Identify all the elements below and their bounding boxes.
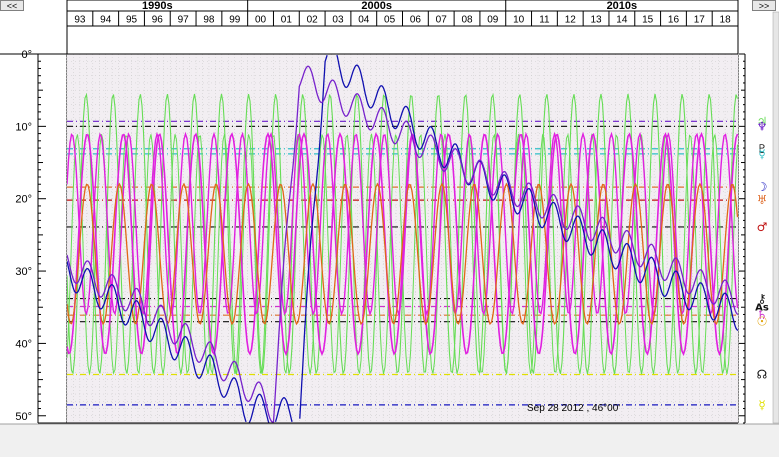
planet-glyph: ☊ xyxy=(757,368,768,382)
year-label: 05 xyxy=(384,15,396,26)
year-label: 00 xyxy=(255,15,267,26)
planet-glyph: ☿ xyxy=(758,147,765,161)
year-label: 15 xyxy=(642,15,654,26)
y-tick-label: 30° xyxy=(15,266,32,278)
year-label: 17 xyxy=(694,15,706,26)
y-tick-label: 0° xyxy=(21,49,32,61)
year-label: 93 xyxy=(74,15,86,26)
planet-glyph: ♆ xyxy=(757,119,768,133)
year-label: 98 xyxy=(203,15,215,26)
year-label: 09 xyxy=(487,15,499,26)
year-label: 96 xyxy=(152,15,164,26)
year-label: 97 xyxy=(178,15,190,26)
year-label: 12 xyxy=(565,15,577,26)
decade-label: 2010s xyxy=(607,0,638,12)
planet-glyph: ☿ xyxy=(758,398,765,412)
y-tick-label: 10° xyxy=(15,121,32,133)
planet-glyph: ♂ xyxy=(757,220,768,234)
year-label: 94 xyxy=(100,15,112,26)
year-label: 01 xyxy=(281,15,293,26)
year-label: 14 xyxy=(616,15,628,26)
year-label: 10 xyxy=(513,15,525,26)
planet-glyph: ♅ xyxy=(757,193,768,207)
year-label: 95 xyxy=(126,15,138,26)
year-label: 03 xyxy=(332,15,344,26)
year-label: 07 xyxy=(436,15,448,26)
year-label: 16 xyxy=(668,15,680,26)
year-label: 02 xyxy=(307,15,319,26)
year-label: 13 xyxy=(590,15,602,26)
year-label: 11 xyxy=(539,15,550,26)
y-tick-label: 50° xyxy=(15,411,32,423)
year-label: 18 xyxy=(720,15,732,26)
y-tick-label: 20° xyxy=(15,194,32,206)
year-label: 04 xyxy=(358,15,370,26)
planet-glyph: ☽ xyxy=(757,180,768,194)
transit-chart: 1990s 2000s 2010s 93 94 95 96 97 98 99 00 01 02 03 04 0… xyxy=(0,0,779,457)
status-readout: Sep 28 2012 , 46°00' xyxy=(527,403,620,414)
year-label: 06 xyxy=(410,15,422,26)
vertical-scrollbar[interactable] xyxy=(772,11,779,424)
y-tick-label: 40° xyxy=(15,338,32,350)
planet-glyph: ☉ xyxy=(757,315,768,329)
decade-label: 1990s xyxy=(142,0,173,12)
decade-label: 2000s xyxy=(361,0,392,12)
bottom-strip xyxy=(0,424,779,457)
year-label: 99 xyxy=(229,15,241,26)
year-label: 08 xyxy=(461,15,473,26)
